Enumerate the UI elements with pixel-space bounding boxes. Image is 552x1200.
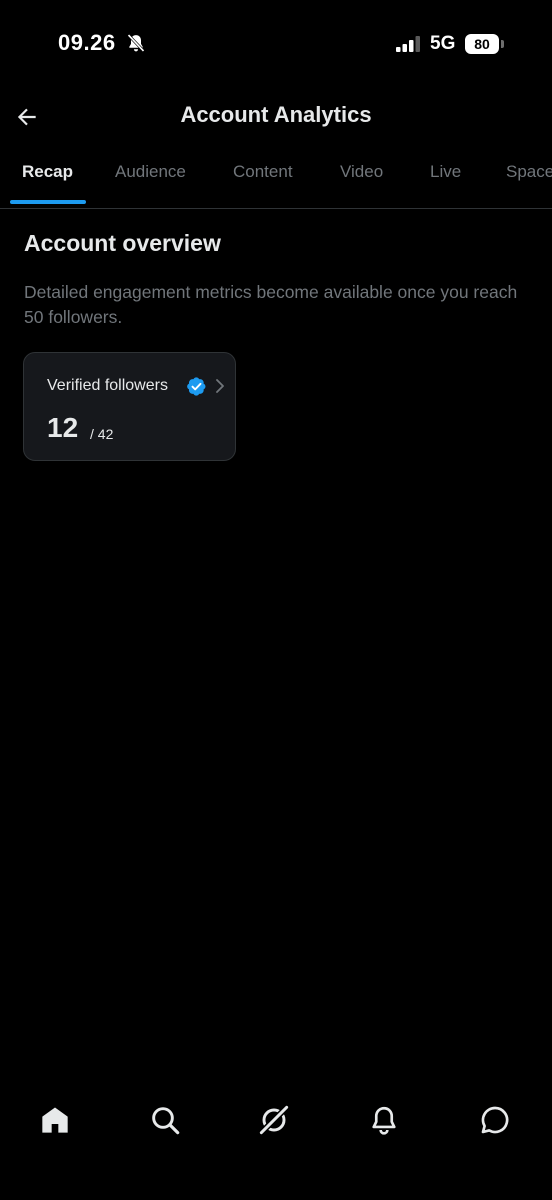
nav-home[interactable]	[35, 1100, 75, 1140]
header: Account Analytics	[0, 90, 552, 142]
section-description: Detailed engagement metrics become avail…	[24, 282, 518, 327]
tab-live[interactable]: Live	[430, 162, 461, 182]
tab-spaces[interactable]: Spaces	[506, 162, 552, 182]
nav-grok[interactable]	[254, 1100, 294, 1140]
nav-messages[interactable]	[475, 1100, 515, 1140]
tab-video[interactable]: Video	[340, 162, 383, 182]
signal-icon	[396, 36, 422, 52]
status-time: 09.26	[58, 30, 116, 55]
tab-recap[interactable]: Recap	[22, 162, 73, 182]
bottom-nav	[0, 1090, 552, 1150]
metric-total: / 42	[90, 426, 114, 442]
status-bar: 09.26 5G 80	[0, 0, 552, 90]
nav-search[interactable]	[145, 1100, 185, 1140]
messages-icon	[481, 1106, 509, 1134]
bell-muted-icon	[126, 33, 146, 53]
tab-audience[interactable]: Audience	[115, 162, 186, 182]
active-tab-indicator	[10, 200, 86, 204]
nav-notifications[interactable]	[364, 1100, 404, 1140]
home-icon	[42, 1107, 68, 1133]
verified-badge-icon	[186, 376, 207, 397]
search-icon	[152, 1107, 180, 1135]
bell-icon	[372, 1106, 396, 1135]
page-title: Account Analytics	[180, 102, 372, 127]
grok-icon	[259, 1105, 289, 1135]
battery-icon: 80	[465, 34, 504, 54]
battery-tip	[501, 40, 504, 48]
metric-label: Verified followers	[47, 377, 168, 394]
battery-level: 80	[465, 34, 499, 54]
verified-followers-card[interactable]: Verified followers 12 / 42	[23, 352, 236, 461]
chevron-right-icon	[214, 378, 226, 394]
metric-value: 12	[47, 412, 79, 443]
network-type: 5G	[430, 33, 456, 54]
section-title: Account overview	[24, 230, 221, 256]
tab-bar: Recap Audience Content Video Live Spaces	[0, 150, 552, 209]
tab-content[interactable]: Content	[233, 162, 293, 182]
